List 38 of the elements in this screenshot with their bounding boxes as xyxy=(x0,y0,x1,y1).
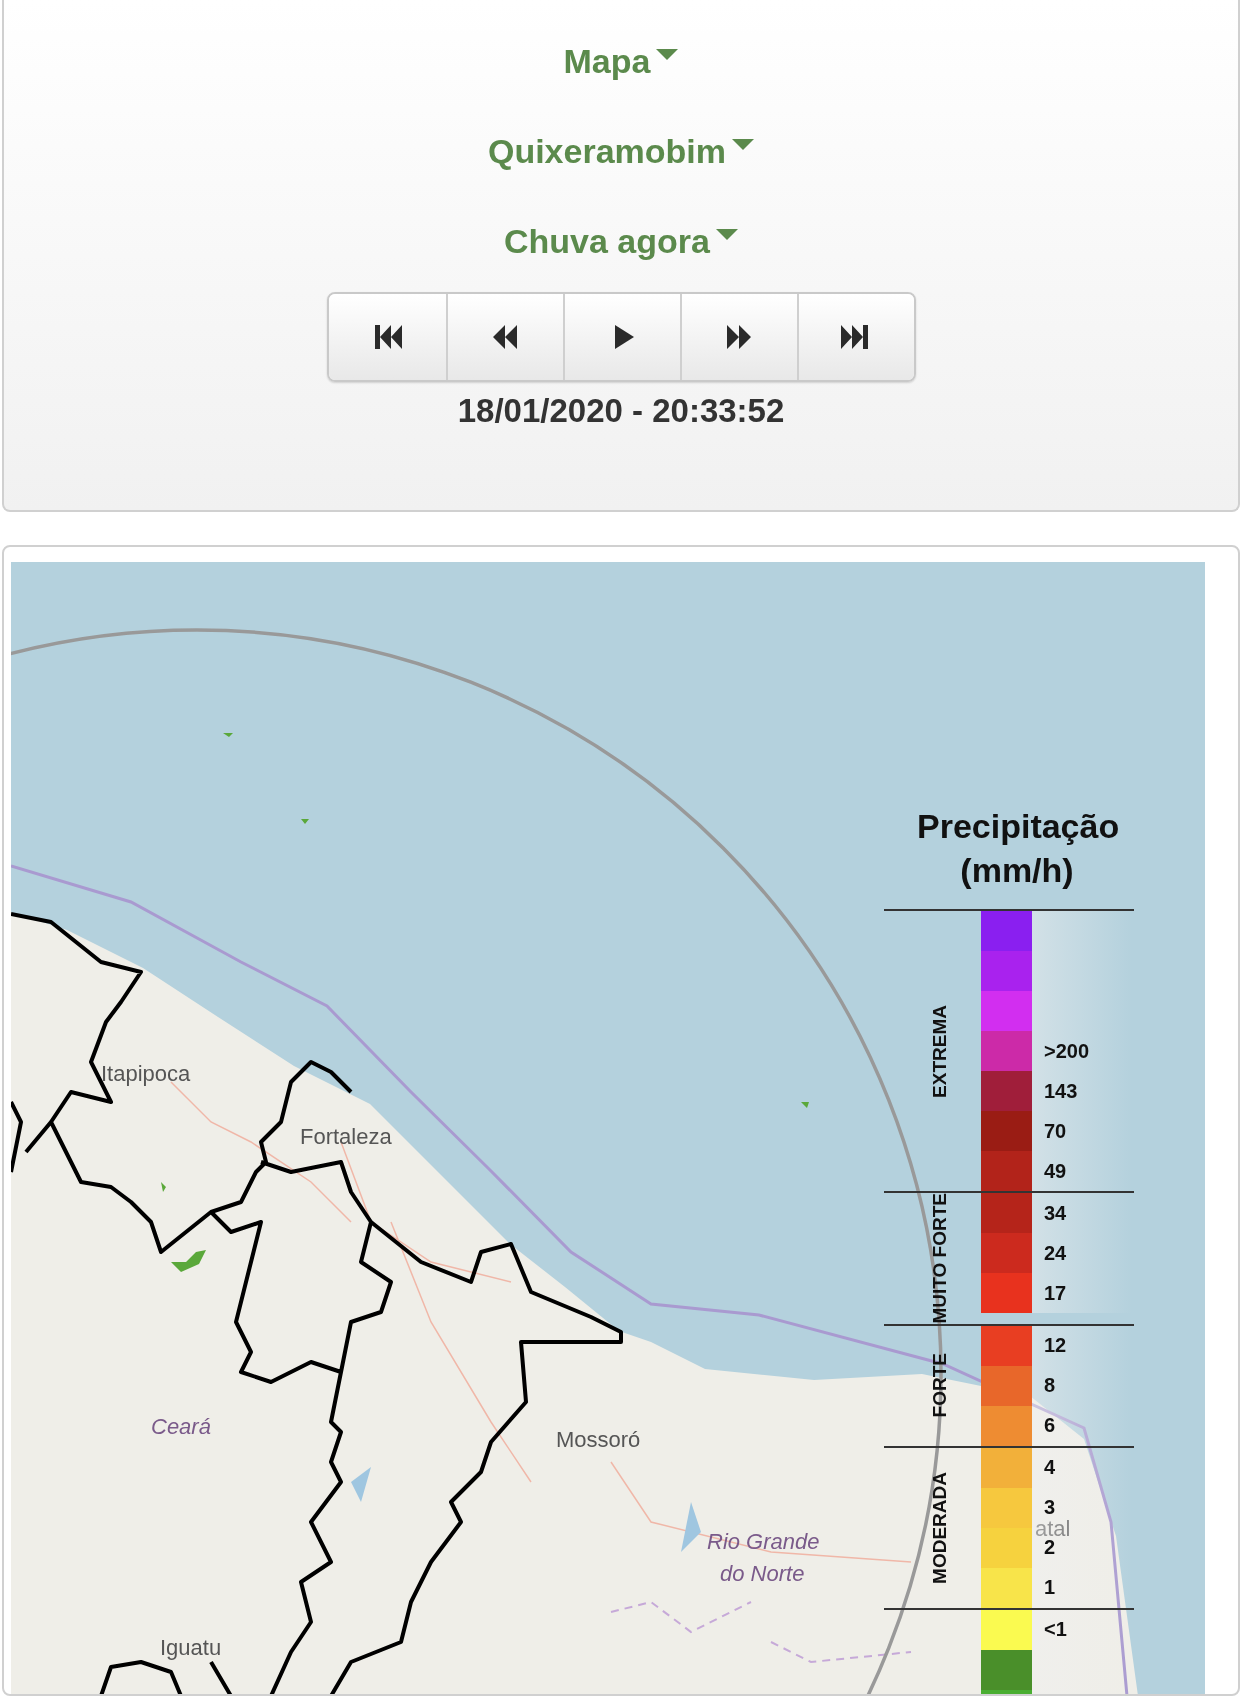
scale-value: 12 xyxy=(1044,1334,1067,1358)
place-label: Rio Grande xyxy=(707,1530,820,1554)
playback-button[interactable] xyxy=(328,294,446,380)
timestamp: 18/01/2020 - 20:33:52 xyxy=(457,392,785,430)
scale-value: 4 xyxy=(1044,1456,1056,1480)
playback-button[interactable] xyxy=(562,294,680,380)
caret-icon xyxy=(732,139,755,151)
playback-button[interactable] xyxy=(445,294,563,380)
scale-value: 17 xyxy=(1044,1281,1067,1305)
scale-value: 6 xyxy=(1044,1414,1056,1438)
caret-icon xyxy=(715,229,738,241)
intensity-label: FORTE xyxy=(929,1353,951,1418)
place-label: Ceará xyxy=(151,1415,211,1439)
place-label: Mossoró xyxy=(556,1428,641,1452)
scale-value: <1 xyxy=(1044,1618,1067,1642)
scale-value: 70 xyxy=(1044,1119,1067,1143)
scale-value: 49 xyxy=(1044,1159,1067,1183)
place-label: Itapipoca xyxy=(101,1062,191,1086)
scale-value: 8 xyxy=(1044,1374,1056,1398)
dropdown-button[interactable]: Chuva agora xyxy=(504,218,738,264)
scale-value: 143 xyxy=(1044,1079,1078,1103)
dropdown-button[interactable]: Mapa xyxy=(563,38,679,84)
caret-icon xyxy=(656,49,679,61)
scale-value: 34 xyxy=(1044,1201,1067,1225)
playback-button[interactable] xyxy=(679,294,797,380)
scale-value: 24 xyxy=(1044,1241,1067,1265)
dropdown-button[interactable]: Quixeramobim xyxy=(487,128,755,174)
place-label: Iguatu xyxy=(160,1636,222,1660)
legend-title: Precipitação (mm/h) xyxy=(917,806,1117,891)
intensity-label: MUITO FORTE xyxy=(929,1193,951,1324)
scale-value: 1 xyxy=(1044,1576,1056,1600)
place-label: do Norte xyxy=(720,1562,805,1586)
scale-value: 3 xyxy=(1044,1496,1056,1520)
place-label: Fortaleza xyxy=(300,1125,392,1149)
scale-value: >200 xyxy=(1044,1039,1090,1063)
playback-button[interactable] xyxy=(796,294,914,380)
intensity-label: EXTREMA xyxy=(929,1004,951,1098)
intensity-label: MODERADA xyxy=(929,1471,951,1584)
